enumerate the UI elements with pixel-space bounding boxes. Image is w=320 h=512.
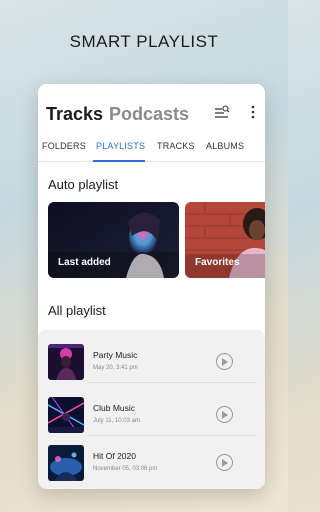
- card-favorites[interactable]: Favorites: [185, 202, 265, 278]
- header-tab-podcasts[interactable]: Podcasts: [109, 104, 189, 125]
- list-item[interactable]: Club Music July 11, 10:03 am: [38, 386, 265, 436]
- playlist-date: May 20, 3:41 pm: [93, 365, 138, 371]
- tab-playlists[interactable]: PLAYLISTS: [96, 141, 145, 151]
- active-tab-indicator: [93, 160, 145, 162]
- playlist-date: November 05, 03:06 pm: [93, 466, 158, 472]
- tab-tracks[interactable]: TRACKS: [157, 141, 195, 151]
- playlist-name: Hit Of 2020: [93, 451, 136, 461]
- card-last-added[interactable]: Last added: [48, 202, 179, 278]
- list-item[interactable]: Party Music May 20, 3:41 pm: [38, 333, 265, 383]
- header-tab-tracks[interactable]: Tracks: [46, 104, 103, 125]
- playlist-thumbnail: [48, 397, 84, 433]
- playlist-thumbnail: [48, 445, 84, 481]
- promo-headline: SMART PLAYLIST: [69, 32, 219, 51]
- sort-search-icon[interactable]: [214, 104, 230, 120]
- playlist-thumbnail: [48, 344, 84, 380]
- tab-bar: FOLDERS PLAYLISTS TRACKS ALBUMS: [38, 140, 265, 162]
- playlist-name: Party Music: [93, 350, 138, 360]
- more-vert-icon[interactable]: [245, 104, 261, 120]
- play-icon[interactable]: [216, 406, 233, 423]
- all-playlist-title: All playlist: [48, 303, 106, 318]
- playlist-list: Party Music May 20, 3:41 pm Club Music J…: [38, 330, 265, 489]
- play-icon[interactable]: [216, 353, 233, 370]
- card-label: Favorites: [195, 257, 240, 268]
- tab-albums[interactable]: ALBUMS: [206, 141, 244, 151]
- app-screen: Tracks Podcasts FOLDERS PLAYLISTS TRACKS…: [38, 84, 265, 489]
- auto-playlist-title: Auto playlist: [48, 177, 119, 192]
- list-item[interactable]: Hit Of 2020 November 05, 03:06 pm: [38, 434, 265, 484]
- playlist-name: Club Music: [93, 403, 136, 413]
- tab-folders[interactable]: FOLDERS: [42, 141, 86, 151]
- play-icon[interactable]: [216, 454, 233, 471]
- playlist-date: July 11, 10:03 am: [93, 418, 140, 424]
- app-header: Tracks Podcasts FOLDERS PLAYLISTS TRACKS…: [38, 84, 265, 162]
- card-label: Last added: [58, 257, 111, 268]
- divider: [88, 382, 257, 383]
